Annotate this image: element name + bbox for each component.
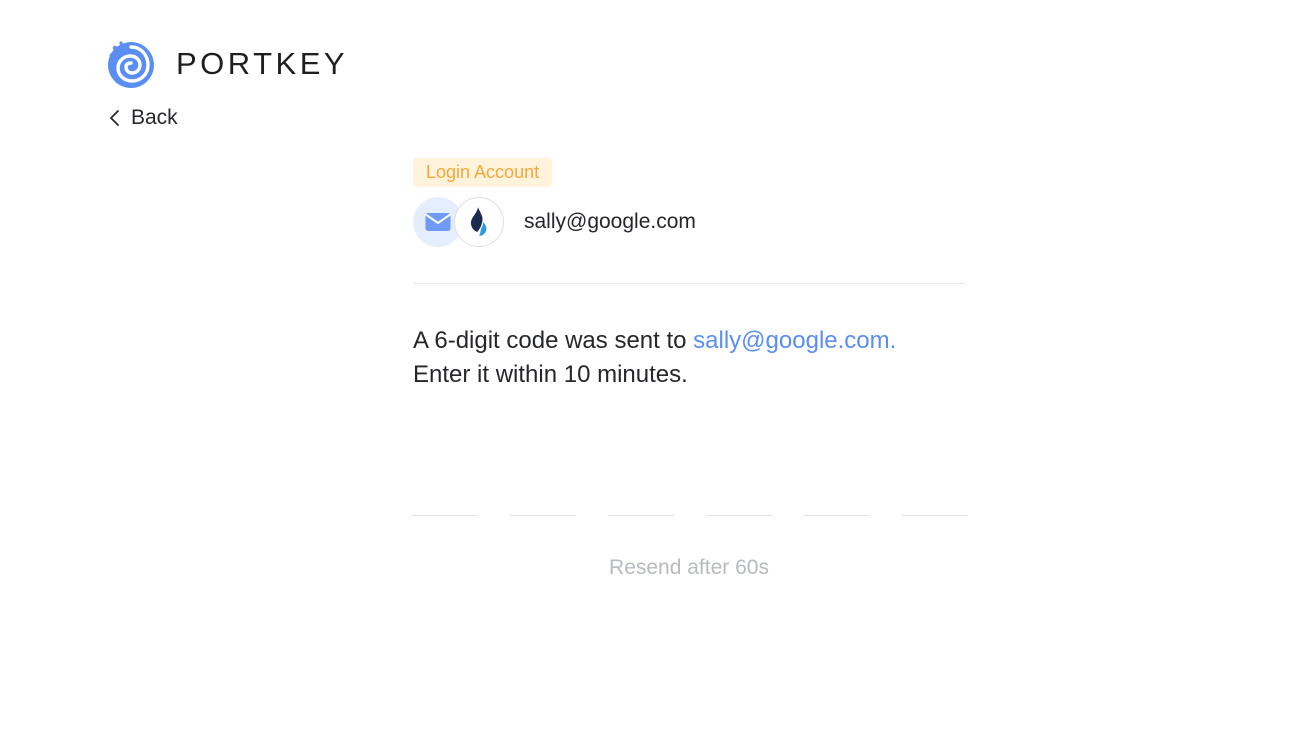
divider: [413, 283, 965, 284]
login-account-tag: Login Account: [413, 158, 553, 187]
message-prefix: A 6-digit code was sent to: [413, 327, 694, 354]
verification-message: A 6-digit code was sent to sally@google.…: [413, 324, 965, 392]
chevron-left-icon: [110, 110, 119, 126]
portkey-logo-icon: [108, 41, 154, 88]
code-digit-input[interactable]: [510, 480, 576, 516]
verification-panel: Login Account sally@google.com A 6-digit…: [413, 158, 965, 392]
back-label: Back: [131, 106, 178, 129]
brand-header: PORTKEY: [106, 38, 348, 90]
account-icons: [413, 197, 505, 247]
code-digit-input[interactable]: [706, 480, 772, 516]
code-digit-input[interactable]: [412, 480, 478, 516]
code-digit-input[interactable]: [902, 480, 968, 516]
message-email: sally@google.com.: [693, 327, 897, 354]
verification-page: PORTKEY Back Login Account sally@google.…: [0, 0, 1296, 734]
code-input-group: [412, 480, 968, 516]
message-suffix: Enter it within 10 minutes.: [413, 361, 688, 388]
back-button[interactable]: Back: [107, 104, 178, 132]
account-row: sally@google.com: [413, 197, 965, 247]
account-email: sally@google.com: [524, 210, 696, 233]
code-digit-input[interactable]: [608, 480, 674, 516]
resend-countdown: Resend after 60s: [609, 556, 769, 579]
huobi-flame-icon: [454, 197, 504, 247]
brand-name: PORTKEY: [176, 46, 349, 81]
code-digit-input[interactable]: [804, 480, 870, 516]
